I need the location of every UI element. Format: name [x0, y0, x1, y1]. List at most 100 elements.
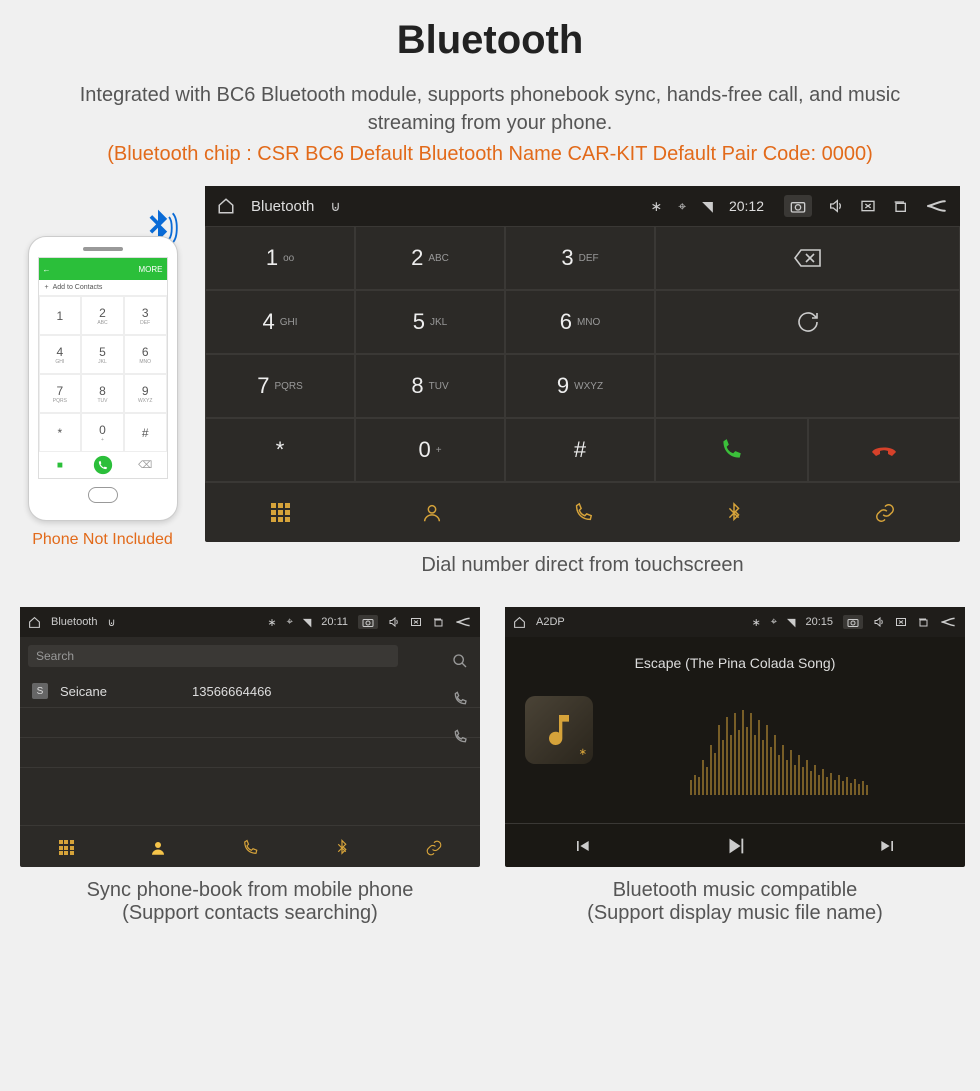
location-icon: ⌖	[771, 616, 777, 629]
contact-row[interactable]: S Seicane 13566664466	[20, 675, 480, 708]
hangup-button[interactable]	[808, 418, 961, 482]
call-icon[interactable]	[452, 729, 468, 745]
backspace-button[interactable]	[655, 226, 960, 290]
keypad-icon	[59, 840, 74, 855]
phone-mockup: ← MORE + Add to Contacts 12ABC3DEF4GHI5J…	[20, 186, 185, 577]
page-subtitle: Integrated with BC6 Bluetooth module, su…	[70, 81, 910, 137]
close-icon[interactable]	[895, 616, 907, 628]
dialpad-key-5[interactable]: 5JKL	[355, 290, 505, 354]
back-icon[interactable]	[454, 616, 472, 628]
bluetooth-icon: ∗	[267, 616, 276, 629]
phone-backspace-icon: ⌫	[124, 452, 167, 478]
recent-apps-icon[interactable]	[892, 198, 908, 214]
call-button[interactable]	[655, 418, 808, 482]
phone-key-7: 7PQRS	[39, 374, 82, 413]
nav-keypad[interactable]	[205, 483, 356, 542]
nav-contacts[interactable]	[112, 826, 204, 869]
home-icon[interactable]	[217, 197, 235, 215]
phone-key-4: 4GHI	[39, 335, 82, 374]
music-caption-1: Bluetooth music compatible	[505, 879, 965, 902]
search-icon[interactable]	[452, 653, 468, 669]
dialer-topbar: Bluetooth ⊍ ∗ ⌖ ◥ 20:12	[205, 186, 960, 226]
contact-row-empty	[20, 738, 480, 768]
music-topbar-title: A2DP	[536, 616, 565, 628]
back-icon[interactable]	[924, 198, 948, 214]
dialpad-key-4[interactable]: 4GHI	[205, 290, 355, 354]
music-controls	[505, 823, 965, 867]
play-pause-button[interactable]	[658, 824, 811, 867]
volume-icon[interactable]	[873, 616, 885, 628]
contact-name: Seicane	[60, 684, 180, 699]
home-icon[interactable]	[28, 616, 41, 629]
dialpad-key-0[interactable]: 0+	[355, 418, 505, 482]
location-icon: ⌖	[287, 616, 293, 629]
dialpad-key-1[interactable]: 1oo	[205, 226, 355, 290]
volume-icon[interactable]	[388, 616, 400, 628]
recent-apps-icon[interactable]	[432, 616, 444, 628]
dialpad-key-3[interactable]: 3DEF	[505, 226, 655, 290]
phone-video-call-icon: ■	[39, 452, 82, 478]
nav-call-log[interactable]	[204, 826, 296, 869]
call-icon[interactable]	[452, 691, 468, 707]
location-icon: ⌖	[678, 198, 686, 215]
plus-icon: +	[45, 284, 49, 291]
dialer-screen: Bluetooth ⊍ ∗ ⌖ ◥ 20:12 1oo2ABC3DEF 4GHI5…	[205, 186, 960, 542]
contacts-topbar: Bluetooth ⊍ ∗ ⌖ ◥ 20:11	[20, 607, 480, 637]
bluetooth-icon: ∗	[651, 198, 663, 215]
usb-icon: ⊍	[107, 616, 115, 629]
nav-call-log[interactable]	[507, 483, 658, 542]
wifi-icon: ◥	[303, 616, 311, 629]
camera-icon[interactable]	[358, 615, 378, 629]
contacts-screen: Bluetooth ⊍ ∗ ⌖ ◥ 20:11 Search S	[20, 607, 480, 867]
contacts-topbar-title: Bluetooth	[51, 616, 97, 628]
phone-home-button	[88, 487, 118, 503]
wifi-icon: ◥	[702, 198, 713, 215]
nav-link[interactable]	[388, 826, 480, 869]
phone-screen-header: ← MORE	[39, 258, 167, 280]
nav-bluetooth[interactable]	[658, 483, 809, 542]
back-arrow-icon: ←	[43, 265, 51, 274]
contact-row-empty	[20, 768, 480, 798]
nav-contacts[interactable]	[356, 483, 507, 542]
close-icon[interactable]	[860, 198, 876, 214]
dialpad-key-7[interactable]: 7PQRS	[205, 354, 355, 418]
nav-link[interactable]	[809, 483, 960, 542]
bluetooth-icon: ∗	[752, 616, 761, 629]
close-icon[interactable]	[410, 616, 422, 628]
camera-icon[interactable]	[784, 195, 812, 217]
phone-key-2: 2ABC	[81, 296, 124, 335]
prev-track-button[interactable]	[505, 824, 658, 867]
dialpad-key-2[interactable]: 2ABC	[355, 226, 505, 290]
search-input[interactable]: Search	[28, 645, 398, 667]
wifi-icon: ◥	[787, 616, 795, 629]
contact-badge: S	[32, 683, 48, 699]
dialer-topbar-title: Bluetooth	[251, 198, 314, 215]
redial-button[interactable]	[655, 290, 960, 354]
dialpad-key-6[interactable]: 6MNO	[505, 290, 655, 354]
clock: 20:11	[321, 616, 348, 628]
dialpad-key-#[interactable]: #	[505, 418, 655, 482]
dialpad-key-9[interactable]: 9WXYZ	[505, 354, 655, 418]
home-icon[interactable]	[513, 616, 526, 629]
contacts-navbar	[20, 825, 480, 869]
clock: 20:15	[805, 616, 833, 628]
recent-apps-icon[interactable]	[917, 616, 929, 628]
music-note-icon: ∗	[525, 696, 593, 764]
contact-row-empty	[20, 708, 480, 738]
back-icon[interactable]	[939, 616, 957, 628]
dialpad-key-*[interactable]: *	[205, 418, 355, 482]
phone-key-9: 9WXYZ	[124, 374, 167, 413]
music-caption-2: (Support display music file name)	[505, 902, 965, 925]
dialpad-key-8[interactable]: 8TUV	[355, 354, 505, 418]
track-title: Escape (The Pina Colada Song)	[505, 655, 965, 671]
next-track-button[interactable]	[812, 824, 965, 867]
camera-icon[interactable]	[843, 615, 863, 629]
phone-key-*: *	[39, 413, 82, 452]
nav-keypad[interactable]	[20, 826, 112, 869]
volume-icon[interactable]	[828, 198, 844, 214]
nav-bluetooth[interactable]	[296, 826, 388, 869]
dialer-caption: Dial number direct from touchscreen	[205, 554, 960, 577]
keypad-icon	[271, 503, 290, 522]
add-to-contacts-row: + Add to Contacts	[39, 280, 167, 296]
contacts-caption-2: (Support contacts searching)	[20, 902, 480, 925]
